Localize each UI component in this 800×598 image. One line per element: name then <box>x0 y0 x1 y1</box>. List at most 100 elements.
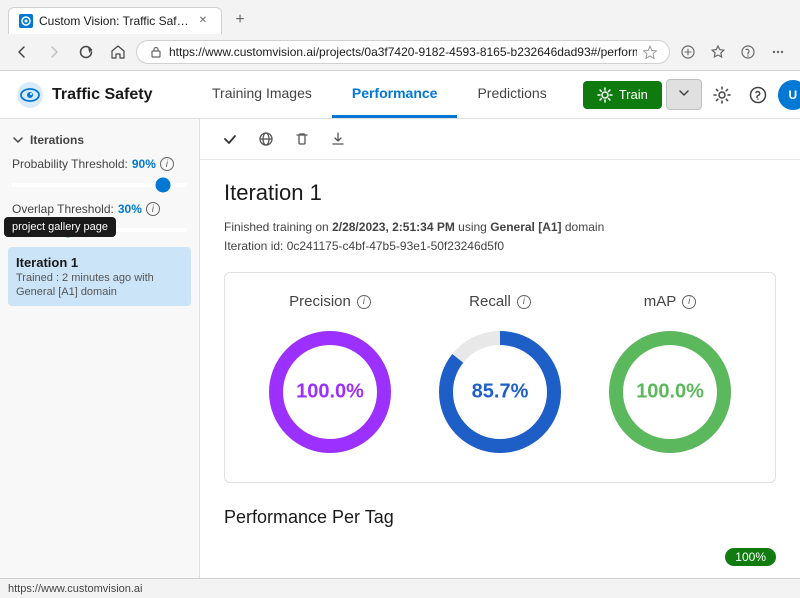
status-url: https://www.customvision.ai <box>8 583 143 595</box>
app-title: Traffic Safety <box>52 86 152 104</box>
tab-title: Custom Vision: Traffic Safety - Pe... <box>39 14 189 28</box>
sidebar-section-header: Iterations <box>0 127 199 153</box>
metrics-grid: Precision i 100.0% <box>245 293 755 462</box>
nav-action-icons <box>674 38 792 66</box>
user-avatar[interactable]: U <box>778 80 800 110</box>
browser-menu-button[interactable] <box>764 38 792 66</box>
status-bar: https://www.customvision.ai <box>0 578 800 598</box>
probability-label-text: Probability Threshold: <box>12 157 128 171</box>
tab-training-images[interactable]: Training Images <box>192 71 332 118</box>
forward-button[interactable] <box>40 38 68 66</box>
perf-header-row: 100% <box>224 548 776 566</box>
recall-donut: 85.7% <box>430 322 570 462</box>
chevron-down-icon <box>677 86 691 100</box>
publish-button[interactable] <box>666 79 702 110</box>
delete-button[interactable] <box>288 125 316 153</box>
map-label-text: mAP <box>644 293 677 310</box>
check-icon <box>222 131 238 147</box>
tab-favicon <box>19 14 33 28</box>
overlap-value: 30% <box>118 202 142 216</box>
map-value: 100.0% <box>636 381 704 404</box>
map-donut: 100.0% <box>600 322 740 462</box>
precision-label: Precision i <box>289 293 371 310</box>
precision-info-icon[interactable]: i <box>357 295 371 309</box>
recall-info-icon[interactable]: i <box>517 295 531 309</box>
star-icon <box>643 45 657 59</box>
gear-icon <box>597 87 613 103</box>
chevron-down-small-icon <box>12 134 24 146</box>
checkmark-button[interactable] <box>216 125 244 153</box>
tab-performance[interactable]: Performance <box>332 71 458 118</box>
active-tab[interactable]: Custom Vision: Traffic Safety - Pe... ✕ <box>8 7 222 34</box>
app-header: Traffic Safety Training Images Performan… <box>0 71 800 119</box>
percent-badge: 100% <box>725 548 776 566</box>
help-button[interactable] <box>742 79 774 111</box>
recall-label-text: Recall <box>469 293 511 310</box>
table-header: Tag Precision ▲ Recall A.P. Image count … <box>224 572 776 578</box>
download-button[interactable] <box>324 125 352 153</box>
recall-label: Recall i <box>469 293 531 310</box>
recall-metric: Recall i 85.7% <box>430 293 570 462</box>
precision-donut: 100.0% <box>260 322 400 462</box>
address-bar[interactable] <box>136 40 670 64</box>
app-logo: Traffic Safety <box>16 81 176 109</box>
url-input[interactable] <box>169 45 637 59</box>
content-area: Iteration 1 Finished training on 2/28/20… <box>200 119 800 578</box>
iteration-meta-2: General [A1] domain <box>16 286 183 298</box>
tab-close-button[interactable]: ✕ <box>195 13 211 29</box>
browser-icon-1[interactable] <box>674 38 702 66</box>
trash-icon <box>294 131 310 147</box>
browser-icon-3[interactable] <box>734 38 762 66</box>
metrics-container: Precision i 100.0% <box>224 272 776 483</box>
iterations-label: Iterations <box>30 133 84 147</box>
new-tab-button[interactable]: + <box>226 6 254 34</box>
iteration-title: Iteration 1 <box>224 180 776 206</box>
eye-icon <box>16 81 44 109</box>
precision-metric: Precision i 100.0% <box>260 293 400 462</box>
header-actions: Train U <box>583 79 800 111</box>
nav-bar <box>0 34 800 70</box>
precision-value: 100.0% <box>296 381 364 404</box>
training-domain: General [A1] <box>490 220 561 234</box>
header-tabs: Training Images Performance Predictions <box>192 71 567 118</box>
tab-predictions[interactable]: Predictions <box>457 71 566 118</box>
probability-slider[interactable] <box>12 183 187 187</box>
overlap-label: Overlap Threshold: 30% i <box>12 202 187 216</box>
probability-threshold-container: Probability Threshold: 90% i <box>0 153 199 198</box>
iteration-1-item[interactable]: Iteration 1 Trained : 2 minutes ago with… <box>8 247 191 306</box>
tab-bar: Custom Vision: Traffic Safety - Pe... ✕ … <box>0 0 800 34</box>
browser-chrome: Custom Vision: Traffic Safety - Pe... ✕ … <box>0 0 800 71</box>
overlap-label-text: Overlap Threshold: <box>12 202 114 216</box>
probability-info-icon[interactable]: i <box>160 157 174 171</box>
probability-label: Probability Threshold: 90% i <box>12 157 187 171</box>
settings-icon <box>713 86 731 104</box>
back-button[interactable] <box>8 38 36 66</box>
map-metric: mAP i 100.0% <box>600 293 740 462</box>
train-label: Train <box>619 87 648 102</box>
map-label: mAP i <box>644 293 697 310</box>
iteration-id: 0c241175-c4bf-47b5-93e1-50f23246d5f0 <box>287 239 504 253</box>
perf-per-tag-heading: Performance Per Tag <box>224 507 394 528</box>
main-layout: project gallery page Iterations Probabil… <box>0 119 800 578</box>
probability-value: 90% <box>132 157 156 171</box>
training-info-text: Finished training on 2/28/2023, 2:51:34 … <box>224 220 604 253</box>
globe-button[interactable] <box>252 125 280 153</box>
refresh-button[interactable] <box>72 38 100 66</box>
settings-button[interactable] <box>706 79 738 111</box>
overlap-info-icon[interactable]: i <box>146 202 160 216</box>
lock-icon <box>149 45 163 59</box>
download-icon <box>330 131 346 147</box>
iteration-meta-1: Trained : 2 minutes ago with <box>16 272 183 284</box>
iteration-name: Iteration 1 <box>16 255 183 270</box>
precision-label-text: Precision <box>289 293 351 310</box>
sidebar: Iterations Probability Threshold: 90% i … <box>0 119 200 578</box>
training-info: Finished training on 2/28/2023, 2:51:34 … <box>224 218 776 256</box>
recall-value: 85.7% <box>472 381 529 404</box>
map-info-icon[interactable]: i <box>682 295 696 309</box>
globe-icon <box>258 131 274 147</box>
app: Traffic Safety Training Images Performan… <box>0 71 800 578</box>
train-button[interactable]: Train <box>583 81 662 109</box>
home-button[interactable] <box>104 38 132 66</box>
browser-icon-2[interactable] <box>704 38 732 66</box>
content-body: Iteration 1 Finished training on 2/28/20… <box>200 160 800 578</box>
